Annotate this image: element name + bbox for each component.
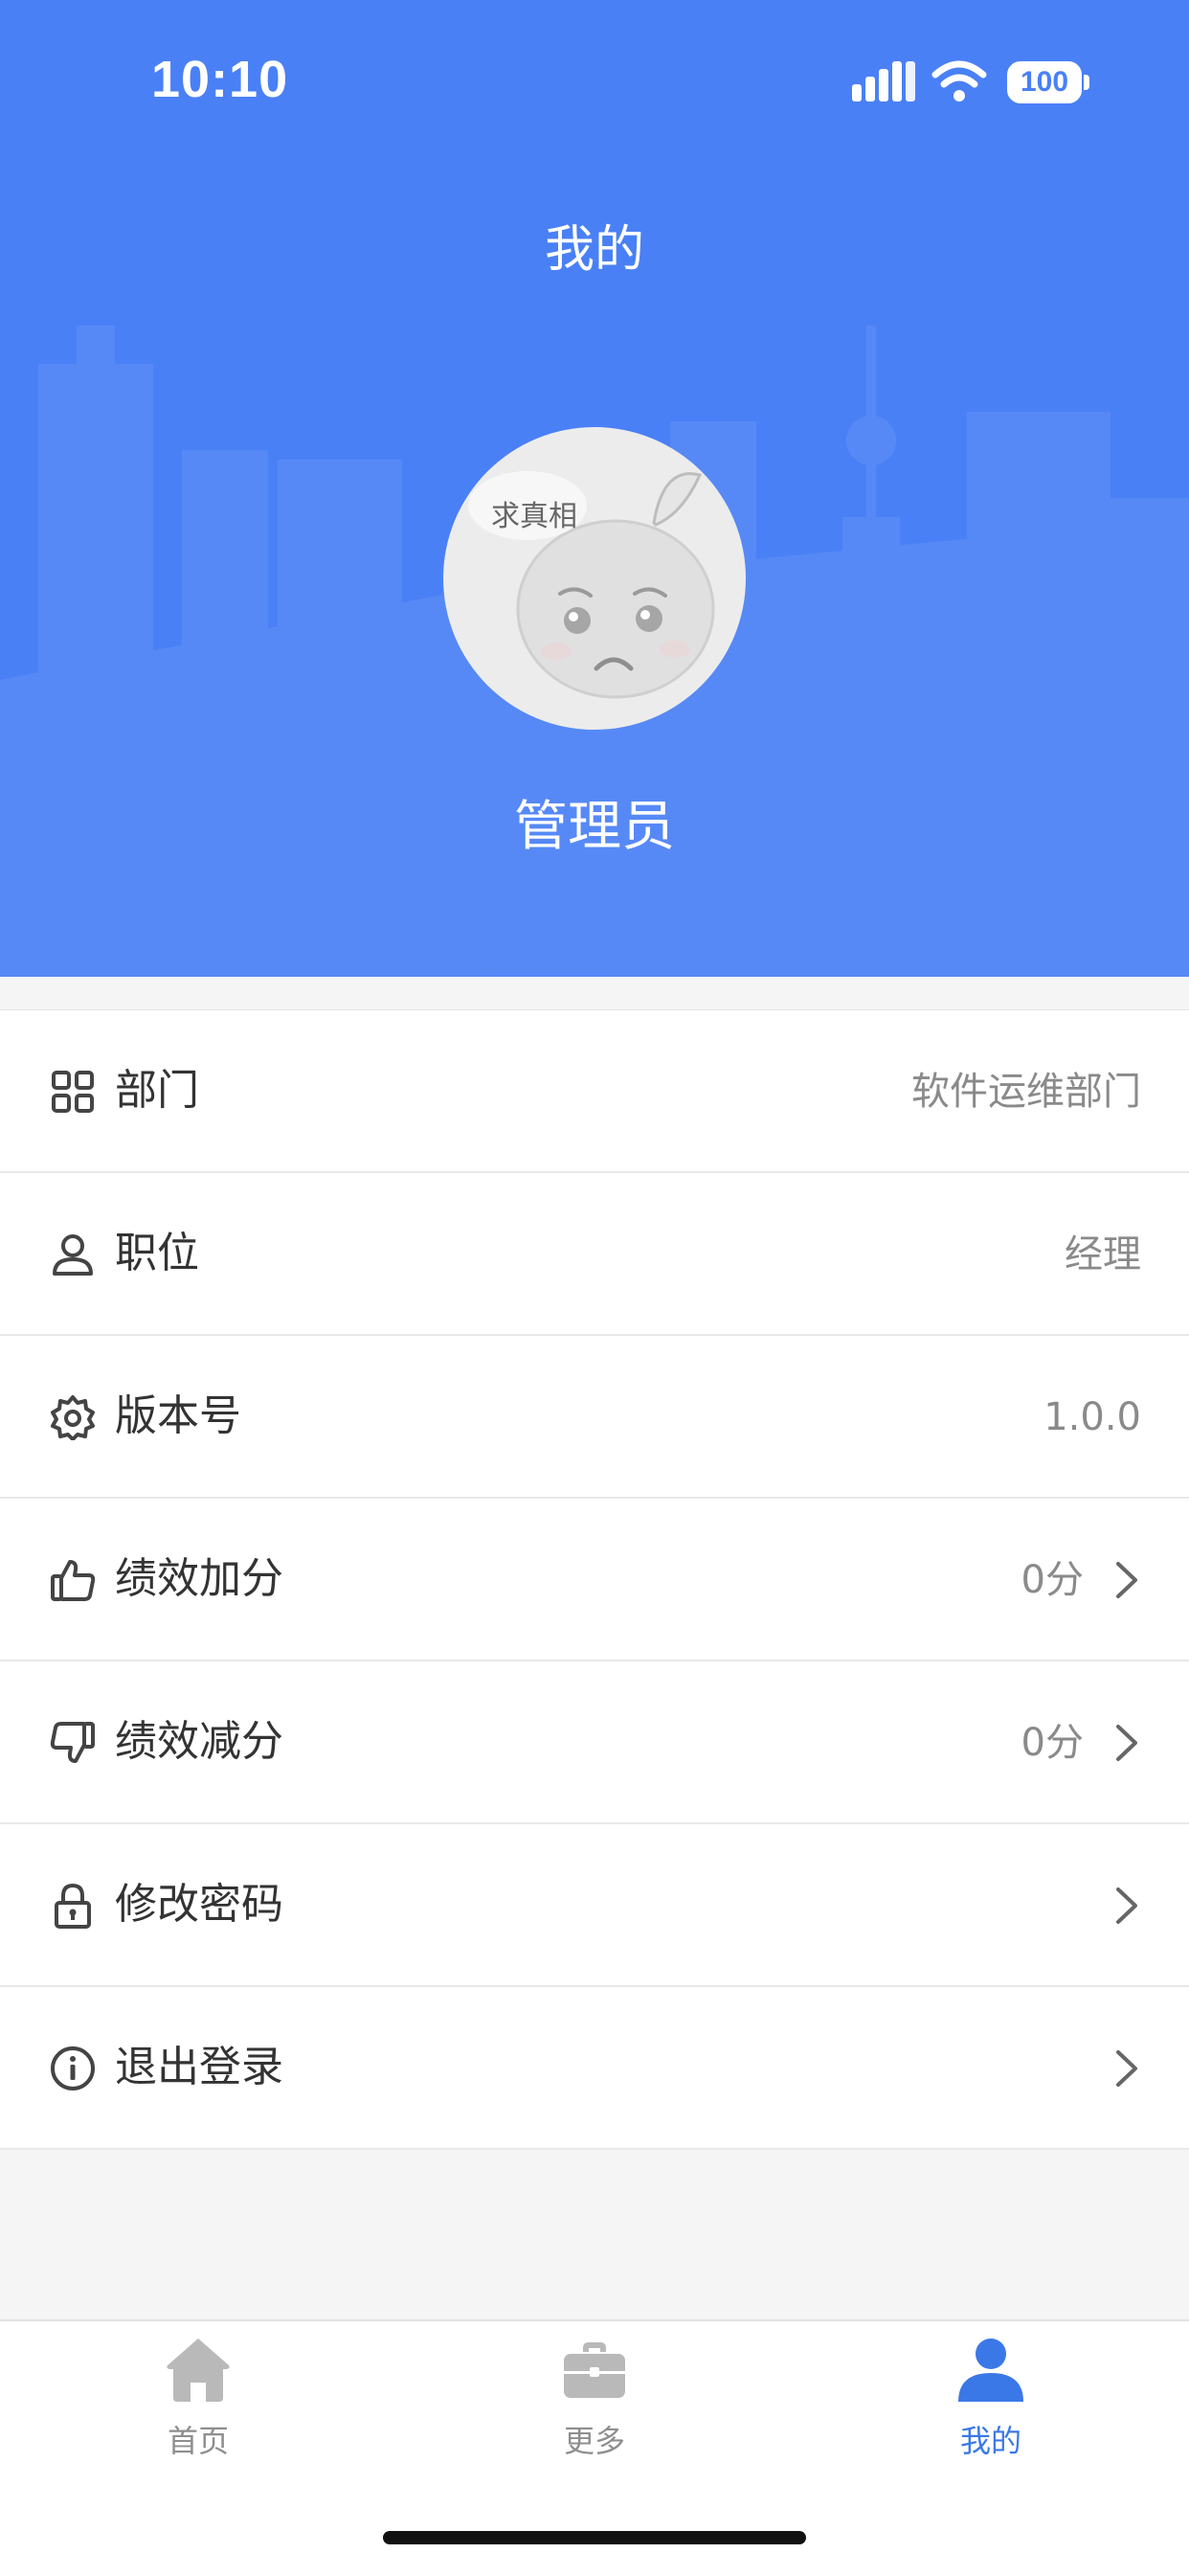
wifi-icon bbox=[931, 60, 987, 102]
version-value: 1.0.0 bbox=[1043, 1395, 1141, 1439]
lock-icon bbox=[55, 1884, 91, 1929]
logout-label: 退出登录 bbox=[115, 2043, 283, 2091]
logout-row[interactable]: 退出登录 bbox=[0, 1987, 1189, 2150]
avatar-illustration bbox=[468, 471, 715, 699]
home-indicator bbox=[383, 2531, 806, 2544]
battery-indicator: 100 bbox=[1007, 61, 1082, 103]
profile-info-list: 部门 软件运维部门 职位 经理 版本号 1.0.0 绩效加分 0分 绩效减分 0… bbox=[0, 1009, 1189, 2150]
performance-deduction-label: 绩效减分 bbox=[115, 1717, 283, 1766]
version-label: 版本号 bbox=[115, 1391, 241, 1440]
performance-deduction-value: 0分 bbox=[1021, 1721, 1084, 1765]
version-row: 版本号 1.0.0 bbox=[0, 1336, 1189, 1499]
tab-mine[interactable]: 我的 bbox=[793, 2321, 1189, 2513]
home-icon bbox=[167, 2339, 230, 2402]
status-bar: 10:10 100 bbox=[0, 0, 1189, 163]
department-value: 软件运维部门 bbox=[911, 1070, 1141, 1114]
change-password-row[interactable]: 修改密码 bbox=[0, 1824, 1189, 1987]
briefcase-icon bbox=[564, 2342, 625, 2398]
status-time: 10:10 bbox=[151, 51, 289, 108]
performance-bonus-row[interactable]: 绩效加分 0分 bbox=[0, 1499, 1189, 1661]
username: 管理员 bbox=[514, 796, 675, 858]
profile-header: 10:10 100 我的 求真相 管理员 bbox=[0, 0, 1189, 977]
user-icon bbox=[53, 1234, 93, 1276]
tab-home-label: 首页 bbox=[167, 2423, 229, 2459]
tab-home[interactable]: 首页 bbox=[0, 2321, 396, 2513]
tab-more[interactable]: 更多 bbox=[396, 2321, 793, 2513]
cellular-signal-icon bbox=[852, 61, 915, 102]
tab-more-label: 更多 bbox=[563, 2423, 625, 2459]
position-value: 经理 bbox=[1065, 1232, 1141, 1277]
change-password-label: 修改密码 bbox=[115, 1880, 283, 1929]
chevron-right-icon bbox=[1116, 1887, 1137, 1924]
performance-deduction-row[interactable]: 绩效减分 0分 bbox=[0, 1661, 1189, 1824]
chevron-right-icon bbox=[1116, 1725, 1137, 1761]
chevron-right-icon bbox=[1116, 2050, 1137, 2087]
battery-tip bbox=[1084, 75, 1089, 90]
person-icon bbox=[958, 2339, 1023, 2402]
thumbs-up-icon bbox=[51, 1560, 96, 1601]
department-row: 部门 软件运维部门 bbox=[0, 1010, 1189, 1173]
page-title: 我的 bbox=[544, 221, 644, 279]
grid-icon bbox=[52, 1071, 94, 1113]
performance-bonus-value: 0分 bbox=[1021, 1558, 1084, 1602]
position-row: 职位 经理 bbox=[0, 1173, 1189, 1336]
position-label: 职位 bbox=[115, 1229, 199, 1277]
info-icon bbox=[51, 2046, 95, 2090]
tab-mine-label: 我的 bbox=[959, 2423, 1021, 2459]
performance-bonus-label: 绩效加分 bbox=[115, 1554, 283, 1603]
avatar[interactable]: 求真相 bbox=[443, 427, 746, 730]
thumbs-down-icon bbox=[50, 1722, 95, 1763]
chevron-right-icon bbox=[1116, 1562, 1137, 1598]
gear-icon bbox=[51, 1395, 95, 1440]
avatar-bubble-text: 求真相 bbox=[491, 500, 577, 533]
department-label: 部门 bbox=[115, 1066, 199, 1115]
